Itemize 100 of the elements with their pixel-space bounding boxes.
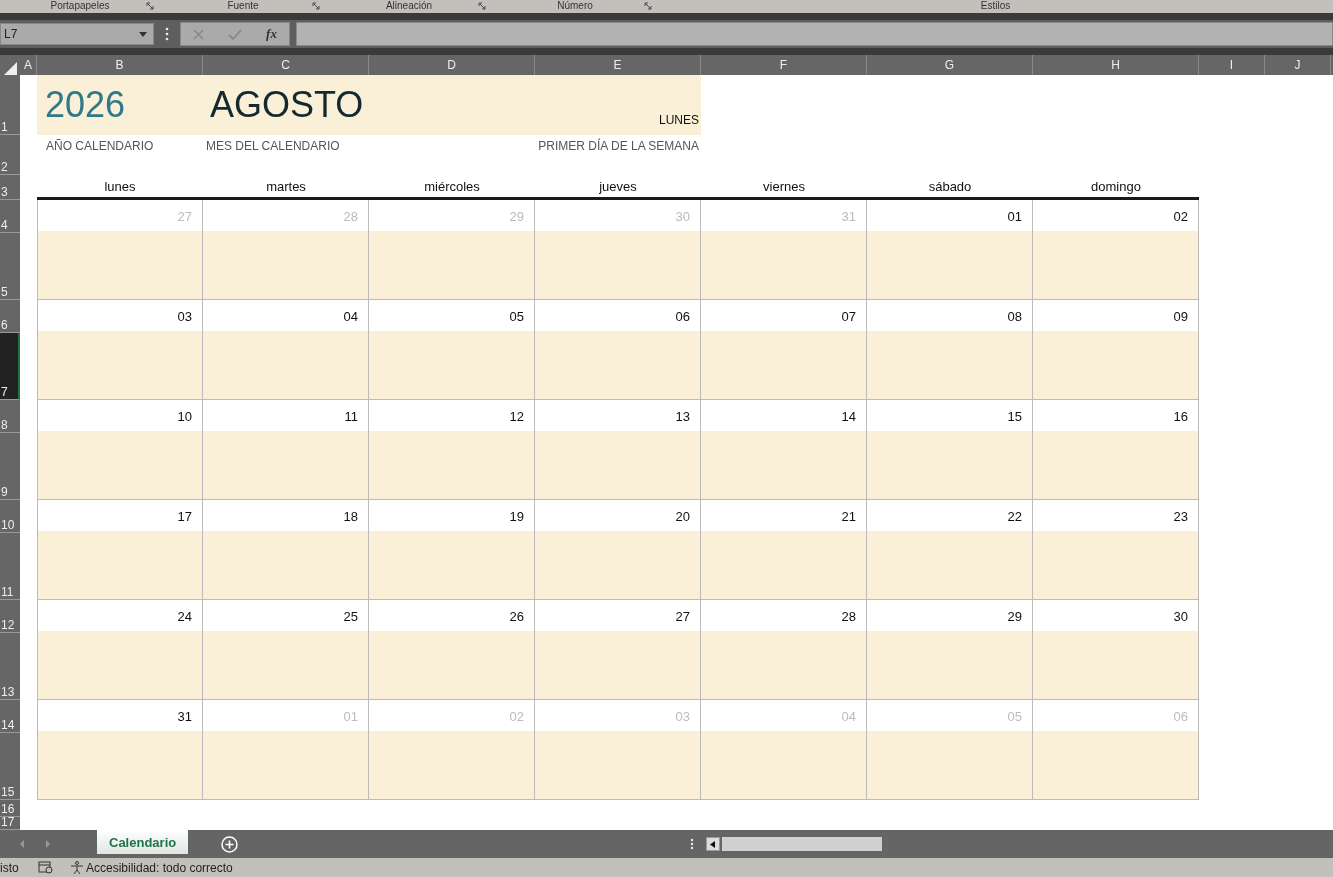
day-number: 11 (344, 409, 358, 424)
day-number: 07 (841, 309, 856, 324)
dialog-launcher-icon[interactable] (312, 2, 320, 10)
insert-function-button[interactable]: fx (266, 26, 277, 42)
row-header[interactable]: 16 (0, 800, 20, 817)
row-header[interactable]: 5 (0, 233, 20, 300)
day-number: 08 (1007, 309, 1022, 324)
calendar-cell[interactable]: 04 (203, 300, 369, 400)
row-header[interactable]: 12 (0, 600, 20, 633)
calendar-cell[interactable]: 29 (867, 600, 1033, 700)
calendar-cell[interactable]: 24 (37, 600, 203, 700)
ribbon-group-label: Fuente (227, 0, 259, 13)
dialog-launcher-icon[interactable] (146, 2, 154, 10)
day-number: 03 (675, 709, 690, 724)
calendar-cell[interactable]: 13 (535, 400, 701, 500)
year-value: 2026 (44, 84, 127, 126)
year-caption: AÑO CALENDARIO (45, 139, 155, 153)
row-header[interactable]: 1 (0, 75, 20, 135)
calendar-cell[interactable]: 03 (37, 300, 203, 400)
row-header[interactable]: 10 (0, 500, 20, 533)
calendar-cell[interactable]: 31 (37, 700, 203, 800)
scroll-left-button[interactable] (705, 837, 720, 851)
day-number: 04 (343, 309, 358, 324)
calendar-cell[interactable]: 06 (535, 300, 701, 400)
calendar-cell[interactable]: 01 (867, 200, 1033, 300)
first-day-caption: PRIMER DÍA DE LA SEMANA (538, 139, 700, 153)
row-header[interactable]: 14 (0, 700, 20, 733)
calendar-cell[interactable]: 18 (203, 500, 369, 600)
calendar-cell[interactable]: 09 (1033, 300, 1199, 400)
check-icon[interactable] (228, 28, 243, 40)
month-caption: MES DEL CALENDARIO (205, 139, 341, 153)
day-number: 12 (509, 409, 524, 424)
add-sheet-icon[interactable] (221, 835, 239, 853)
dialog-launcher-icon[interactable] (644, 2, 652, 10)
accessibility-status[interactable]: Accesibilidad: todo correcto (86, 860, 233, 875)
calendar-cell[interactable]: 15 (867, 400, 1033, 500)
formula-input[interactable] (296, 22, 1333, 46)
day-number: 29 (1007, 609, 1022, 624)
calendar-cell[interactable]: 14 (701, 400, 867, 500)
day-number: 16 (1173, 409, 1188, 424)
day-number: 28 (343, 209, 358, 224)
calendar-cell[interactable]: 05 (369, 300, 535, 400)
more-icon[interactable] (165, 27, 169, 41)
calendar-cell[interactable]: 28 (701, 600, 867, 700)
name-box[interactable]: L7 (0, 23, 154, 45)
day-number: 28 (841, 609, 856, 624)
day-number: 03 (177, 309, 192, 324)
day-number: 21 (841, 509, 856, 524)
sheet-tab[interactable]: Calendario (97, 830, 189, 854)
day-number: 13 (675, 409, 690, 424)
calendar-cell[interactable]: 17 (37, 500, 203, 600)
day-number: 29 (509, 209, 524, 224)
calendar-cell[interactable]: 08 (867, 300, 1033, 400)
calendar-cell[interactable]: 21 (701, 500, 867, 600)
day-number: 23 (1173, 509, 1188, 524)
dropdown-caret-icon[interactable] (139, 31, 147, 37)
calendar-cell[interactable]: 02 (1033, 200, 1199, 300)
calendar-cell[interactable]: 12 (369, 400, 535, 500)
day-number: 27 (177, 209, 192, 224)
horizontal-scrollbar[interactable] (721, 837, 882, 851)
ribbon-group-label: Alineación (385, 0, 433, 13)
calendar-cell[interactable]: 25 (203, 600, 369, 700)
day-number: 25 (343, 609, 358, 624)
row-header[interactable]: 3 (0, 175, 20, 200)
dialog-launcher-icon[interactable] (478, 2, 486, 10)
calendar-cell[interactable]: 23 (1033, 500, 1199, 600)
calendar-cell[interactable]: 19 (369, 500, 535, 600)
day-number: 19 (509, 509, 524, 524)
calendar-cell[interactable]: 11 (203, 400, 369, 500)
more-icon[interactable] (689, 838, 694, 850)
day-number: 06 (675, 309, 690, 324)
calendar-cell[interactable]: 16 (1033, 400, 1199, 500)
macro-recorder-icon[interactable] (38, 861, 53, 874)
day-number: 17 (177, 509, 192, 524)
row-header[interactable]: 4 (0, 200, 20, 233)
row-header[interactable]: 11 (0, 533, 20, 600)
row-header[interactable]: 8 (0, 400, 20, 433)
calendar-cell[interactable]: 20 (535, 500, 701, 600)
ribbon-group-label: Portapapeles (50, 0, 110, 13)
calendar-cell[interactable]: 22 (867, 500, 1033, 600)
day-number: 01 (1007, 209, 1022, 224)
ribbon-group-label: Estilos (980, 0, 1011, 13)
day-number: 02 (1173, 209, 1188, 224)
calendar-cell[interactable]: 10 (37, 400, 203, 500)
day-number: 14 (841, 409, 856, 424)
row-header[interactable]: 15 (0, 733, 20, 800)
row-header[interactable]: 9 (0, 433, 20, 500)
row-header[interactable]: 13 (0, 633, 20, 700)
day-number: 06 (1173, 709, 1188, 724)
row-header[interactable]: 7 (0, 333, 20, 400)
row-header[interactable]: 2 (0, 135, 20, 175)
day-number: 30 (675, 209, 690, 224)
calendar-cell[interactable]: 07 (701, 300, 867, 400)
day-number: 27 (675, 609, 690, 624)
status-mode: isto (0, 860, 20, 875)
calendar-cell[interactable]: 26 (369, 600, 535, 700)
day-number: 05 (1007, 709, 1022, 724)
accessibility-icon[interactable] (70, 860, 84, 875)
calendar-cell[interactable]: 27 (535, 600, 701, 700)
calendar-cell[interactable]: 30 (1033, 600, 1199, 700)
